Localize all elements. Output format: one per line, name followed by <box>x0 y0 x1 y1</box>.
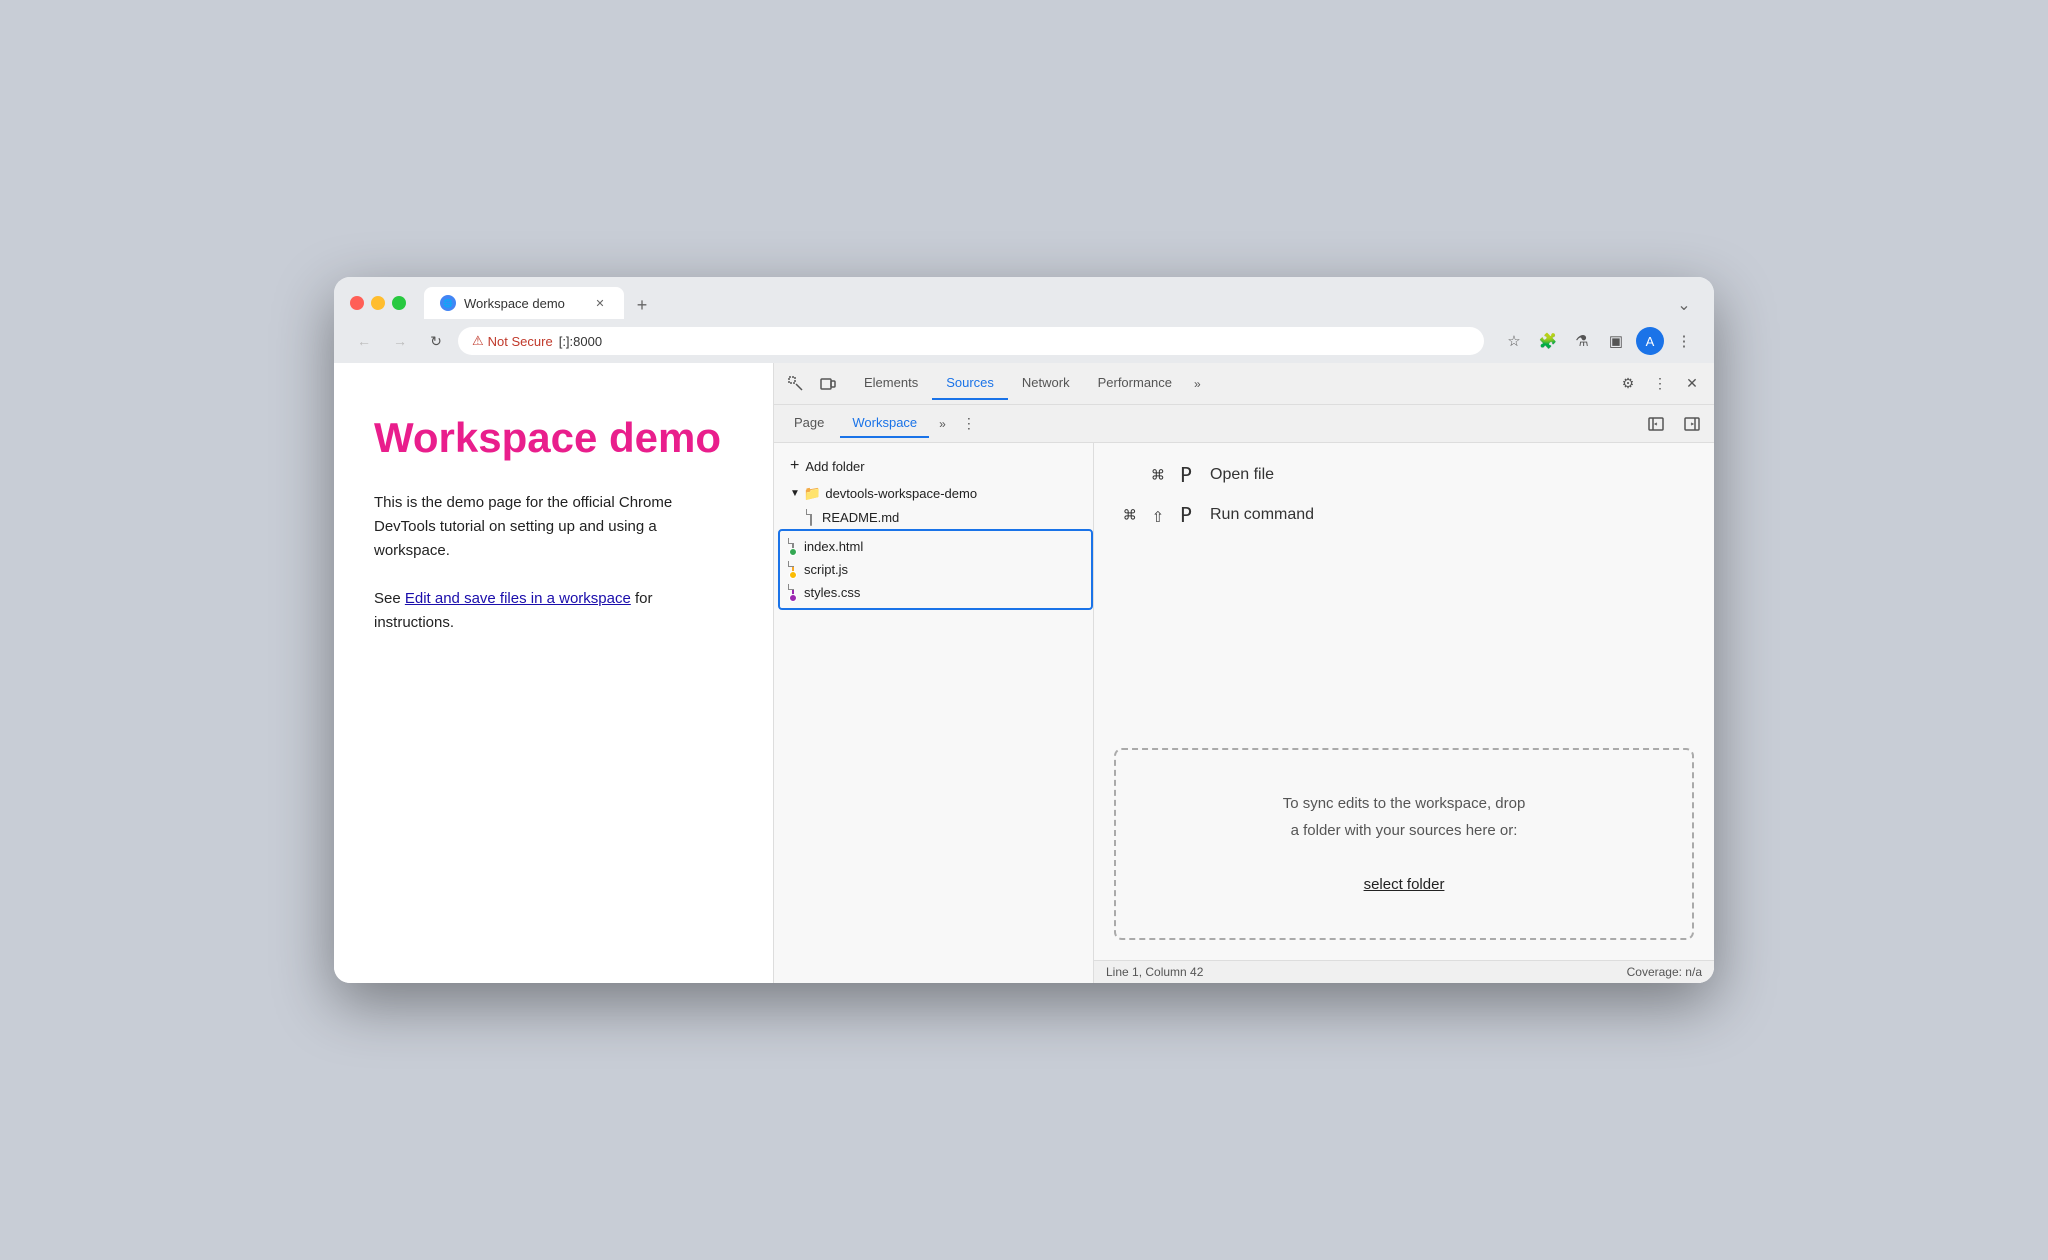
fullscreen-traffic-light[interactable] <box>392 296 406 310</box>
file-row-readme[interactable]: README.md <box>774 506 1093 529</box>
orange-dot-script <box>789 571 797 579</box>
back-button[interactable]: ← <box>350 327 378 355</box>
file-name-script: script.js <box>804 562 848 577</box>
status-coverage: Coverage: n/a <box>1627 965 1702 979</box>
shortcut-open-file: ⌘ P Open file <box>1114 463 1694 487</box>
subtab-right-icons <box>1642 410 1706 438</box>
file-row-script[interactable]: script.js <box>782 558 1089 581</box>
tab-favicon: 🌐 <box>440 295 456 311</box>
warning-icon: ⚠ <box>472 333 484 349</box>
folder-icon: 📁 <box>804 485 821 502</box>
select-folder-link[interactable]: select folder <box>1364 876 1445 893</box>
page-description: This is the demo page for the official C… <box>374 491 733 563</box>
labs-icon[interactable]: ⚗ <box>1568 327 1596 355</box>
tab-elements[interactable]: Elements <box>850 367 932 400</box>
tab-performance[interactable]: Performance <box>1084 367 1186 400</box>
settings-icon[interactable]: ⚙ <box>1614 370 1642 398</box>
url-address: [:]:8000 <box>559 334 602 349</box>
browser-tab[interactable]: 🌐 Workspace demo ✕ <box>424 287 624 319</box>
shortcut-open-label: Open file <box>1210 466 1274 484</box>
file-group-highlight: index.html script.js <box>778 529 1093 610</box>
drop-zone-line2: a folder with your sources here or: <box>1136 817 1672 844</box>
subtab-page[interactable]: Page <box>782 409 836 438</box>
profile-icon[interactable]: A <box>1636 327 1664 355</box>
forward-button[interactable]: → <box>386 327 414 355</box>
title-bar: 🌐 Workspace demo ✕ + ⌄ <box>334 277 1714 319</box>
tab-network[interactable]: Network <box>1008 367 1084 400</box>
file-name-styles: styles.css <box>804 585 860 600</box>
file-icon-readme <box>810 509 812 526</box>
folder-row[interactable]: ▼ 📁 devtools-workspace-demo <box>774 481 1093 506</box>
new-tab-button[interactable]: + <box>628 291 656 319</box>
purple-dot-styles <box>789 594 797 602</box>
devtools-tabs-more[interactable]: » <box>1186 373 1209 395</box>
device-toolbar-icon[interactable] <box>814 370 842 398</box>
split-screen-icon[interactable]: ▣ <box>1602 327 1630 355</box>
subtabs-more[interactable]: » <box>933 413 952 435</box>
workspace-link[interactable]: Edit and save files in a workspace <box>405 590 631 607</box>
traffic-lights <box>350 296 406 310</box>
toggle-sidebar-right-icon[interactable] <box>1678 410 1706 438</box>
sources-panel-body: + Add folder ▼ 📁 devtools-workspace-demo… <box>774 443 1714 983</box>
shortcut-run-command: ⌘ ⇧ P Run command <box>1114 503 1694 527</box>
menu-icon[interactable]: ⋮ <box>1670 327 1698 355</box>
subtab-workspace[interactable]: Workspace <box>840 409 929 438</box>
address-bar: ← → ↻ ⚠ Not Secure [:]:8000 ☆ 🧩 ⚗ ▣ A ⋮ <box>334 319 1714 363</box>
file-row-index[interactable]: index.html <box>782 535 1089 558</box>
devtools-panel: Elements Sources Network Performance » ⚙ <box>774 363 1714 983</box>
tab-bar: 🌐 Workspace demo ✕ + ⌄ <box>424 287 1698 319</box>
tab-close-button[interactable]: ✕ <box>592 295 608 311</box>
file-row-styles[interactable]: styles.css <box>782 581 1089 604</box>
editor-area: ⌘ P Open file ⌘ ⇧ P Run command To sync … <box>1094 443 1714 983</box>
inspect-element-icon[interactable] <box>782 370 810 398</box>
file-name-index: index.html <box>804 539 863 554</box>
browser-window: 🌐 Workspace demo ✕ + ⌄ ← → ↻ ⚠ Not Secur… <box>334 277 1714 983</box>
sources-secondary-toolbar: Page Workspace » ⋮ <box>774 405 1714 443</box>
devtools-toolbar: Elements Sources Network Performance » ⚙ <box>774 363 1714 405</box>
file-name-readme: README.md <box>822 510 899 525</box>
toggle-sidebar-left-icon[interactable] <box>1642 410 1670 438</box>
url-bar[interactable]: ⚠ Not Secure [:]:8000 <box>458 327 1484 355</box>
reload-button[interactable]: ↻ <box>422 327 450 355</box>
close-devtools-icon[interactable]: ✕ <box>1678 370 1706 398</box>
devtools-menu-icon[interactable]: ⋮ <box>1646 370 1674 398</box>
main-content: Workspace demo This is the demo page for… <box>334 363 1714 983</box>
page-title: Workspace demo <box>374 413 733 463</box>
shortcut-run-keys: ⌘ ⇧ P <box>1114 503 1194 527</box>
editor-shortcuts: ⌘ P Open file ⌘ ⇧ P Run command <box>1094 443 1714 728</box>
page-see-text: See Edit and save files in a workspace f… <box>374 587 733 635</box>
add-folder-button[interactable]: + Add folder <box>774 451 1093 481</box>
devtools-toolbar-right: ⚙ ⋮ ✕ <box>1614 370 1706 398</box>
shortcut-run-label: Run command <box>1210 506 1314 524</box>
drop-zone-line1: To sync edits to the workspace, drop <box>1136 790 1672 817</box>
drop-zone[interactable]: To sync edits to the workspace, drop a f… <box>1114 748 1694 940</box>
tab-title: Workspace demo <box>464 296 584 311</box>
plus-icon: + <box>790 457 799 475</box>
subtab-menu-icon[interactable]: ⋮ <box>956 411 982 436</box>
tabs-more-button[interactable]: ⌄ <box>1670 291 1698 319</box>
minimize-traffic-light[interactable] <box>371 296 385 310</box>
folder-arrow-icon: ▼ <box>790 488 800 499</box>
webpage-content: Workspace demo This is the demo page for… <box>334 363 774 983</box>
shortcut-open-keys: ⌘ P <box>1114 463 1194 487</box>
tab-sources[interactable]: Sources <box>932 367 1008 400</box>
security-warning: ⚠ Not Secure <box>472 333 553 349</box>
green-dot-index <box>789 548 797 556</box>
status-bar: Line 1, Column 42 Coverage: n/a <box>1094 960 1714 983</box>
browser-toolbar-icons: ☆ 🧩 ⚗ ▣ A ⋮ <box>1500 327 1698 355</box>
bookmark-icon[interactable]: ☆ <box>1500 327 1528 355</box>
close-traffic-light[interactable] <box>350 296 364 310</box>
file-tree: + Add folder ▼ 📁 devtools-workspace-demo… <box>774 443 1094 983</box>
extensions-icon[interactable]: 🧩 <box>1534 327 1562 355</box>
status-position: Line 1, Column 42 <box>1106 965 1203 979</box>
devtools-tabs: Elements Sources Network Performance » <box>850 367 1610 400</box>
